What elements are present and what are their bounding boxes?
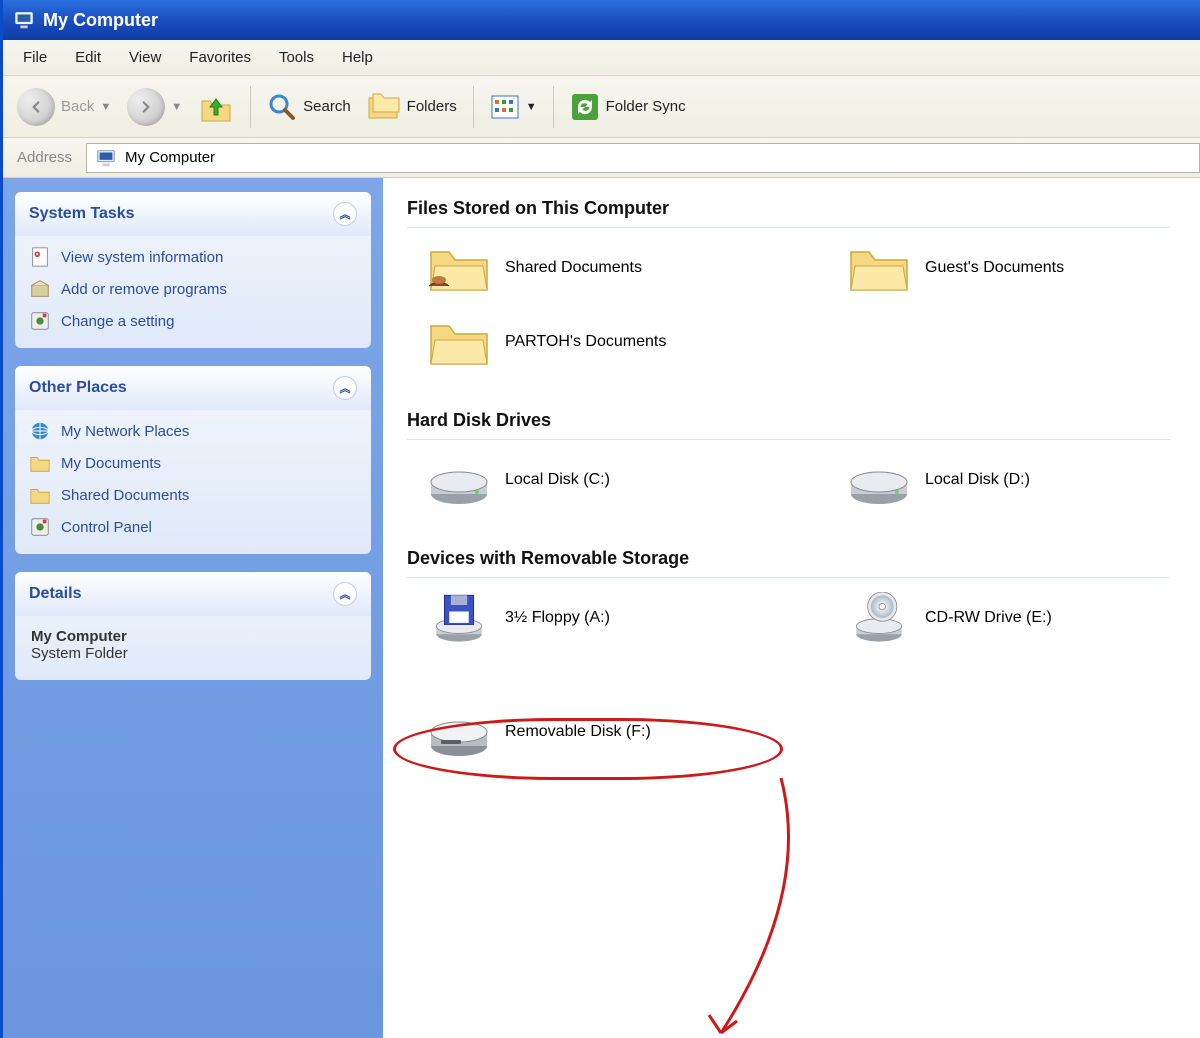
system-tasks-header[interactable]: System Tasks ︽ [15, 192, 371, 236]
main-pane: Files Stored on This Computer Shared Doc… [383, 178, 1200, 1038]
task-add-remove-programs[interactable]: Add or remove programs [29, 278, 357, 300]
folder-icon [427, 316, 491, 368]
mydocs-icon [29, 452, 51, 474]
control-panel-icon [29, 516, 51, 538]
collapse-icon: ︽ [333, 376, 357, 400]
hdd-icon [847, 454, 911, 506]
sync-icon [570, 92, 600, 122]
views-icon [490, 94, 520, 120]
item-guest-documents[interactable]: Guest's Documents [847, 242, 1167, 294]
details-header[interactable]: Details ︽ [15, 572, 371, 616]
folders-button[interactable]: Folders [361, 88, 463, 126]
task-view-system-info[interactable]: View system information [29, 246, 357, 268]
my-computer-icon [95, 147, 117, 169]
forward-arrow-icon [127, 88, 165, 126]
annotation-arrow [651, 773, 831, 1038]
search-icon [267, 92, 297, 122]
folder-sync-button[interactable]: Folder Sync [564, 88, 692, 126]
section-header-removable: Devices with Removable Storage [407, 548, 1170, 578]
menu-help[interactable]: Help [328, 45, 387, 70]
link-my-network-places[interactable]: My Network Places [29, 420, 357, 442]
removable-disk-icon [427, 706, 491, 758]
task-change-setting[interactable]: Change a setting [29, 310, 357, 332]
other-places-header[interactable]: Other Places ︽ [15, 366, 371, 410]
address-field[interactable]: My Computer [86, 143, 1200, 173]
dropdown-chevron-icon: ▼ [100, 101, 111, 113]
link-shared-documents[interactable]: Shared Documents [29, 484, 357, 506]
my-computer-icon [13, 9, 35, 31]
toolbar-separator [250, 86, 251, 128]
item-local-disk-d[interactable]: Local Disk (D:) [847, 454, 1167, 506]
hdd-icon [427, 454, 491, 506]
address-bar: Address My Computer [3, 138, 1200, 178]
toolbar: Back ▼ ▼ Search [3, 76, 1200, 138]
control-panel-icon [29, 310, 51, 332]
search-button[interactable]: Search [261, 88, 357, 126]
item-floppy-a[interactable]: 3½ Floppy (A:) [427, 592, 747, 644]
back-arrow-icon [17, 88, 55, 126]
network-icon [29, 420, 51, 442]
details-name: My Computer [31, 628, 355, 645]
up-button[interactable] [192, 85, 240, 129]
details-type: System Folder [31, 645, 355, 662]
window-title: My Computer [43, 10, 158, 31]
sidebar: System Tasks ︽ View system information A… [3, 178, 383, 1038]
menu-tools[interactable]: Tools [265, 45, 328, 70]
address-label: Address [3, 149, 86, 166]
back-button[interactable]: Back ▼ [11, 84, 117, 130]
titlebar[interactable]: My Computer [3, 0, 1200, 40]
shared-folder-icon [427, 242, 491, 294]
section-header-files: Files Stored on This Computer [407, 198, 1170, 228]
item-local-disk-c[interactable]: Local Disk (C:) [427, 454, 747, 506]
info-sheet-icon [29, 246, 51, 268]
cd-icon [847, 592, 911, 644]
item-cdrw-e[interactable]: CD-RW Drive (E:) [847, 592, 1167, 644]
collapse-icon: ︽ [333, 582, 357, 606]
toolbar-separator [553, 86, 554, 128]
address-path: My Computer [125, 149, 215, 166]
folders-icon [367, 92, 401, 122]
content: System Tasks ︽ View system information A… [3, 178, 1200, 1038]
toolbar-separator [473, 86, 474, 128]
window: My Computer File Edit View Favorites Too… [0, 0, 1200, 1038]
link-my-documents[interactable]: My Documents [29, 452, 357, 474]
system-tasks-panel: System Tasks ︽ View system information A… [15, 192, 371, 348]
forward-button[interactable]: ▼ [121, 84, 188, 130]
folder-icon [847, 242, 911, 294]
item-removable-f[interactable]: Removable Disk (F:) [427, 706, 747, 758]
menubar: File Edit View Favorites Tools Help [3, 40, 1200, 76]
link-control-panel[interactable]: Control Panel [29, 516, 357, 538]
floppy-icon [427, 592, 491, 644]
dropdown-chevron-icon: ▼ [526, 101, 537, 113]
collapse-icon: ︽ [333, 202, 357, 226]
other-places-panel: Other Places ︽ My Network Places My Docu… [15, 366, 371, 554]
details-panel: Details ︽ My Computer System Folder [15, 572, 371, 680]
menu-file[interactable]: File [9, 45, 61, 70]
item-shared-documents[interactable]: Shared Documents [427, 242, 747, 294]
shareddocs-icon [29, 484, 51, 506]
item-partoh-documents[interactable]: PARTOH's Documents [427, 316, 747, 368]
section-header-hdd: Hard Disk Drives [407, 410, 1170, 440]
menu-edit[interactable]: Edit [61, 45, 115, 70]
views-button[interactable]: ▼ [484, 90, 543, 124]
menu-favorites[interactable]: Favorites [175, 45, 265, 70]
folder-up-icon [198, 89, 234, 125]
box-icon [29, 278, 51, 300]
menu-view[interactable]: View [115, 45, 175, 70]
dropdown-chevron-icon: ▼ [171, 101, 182, 113]
